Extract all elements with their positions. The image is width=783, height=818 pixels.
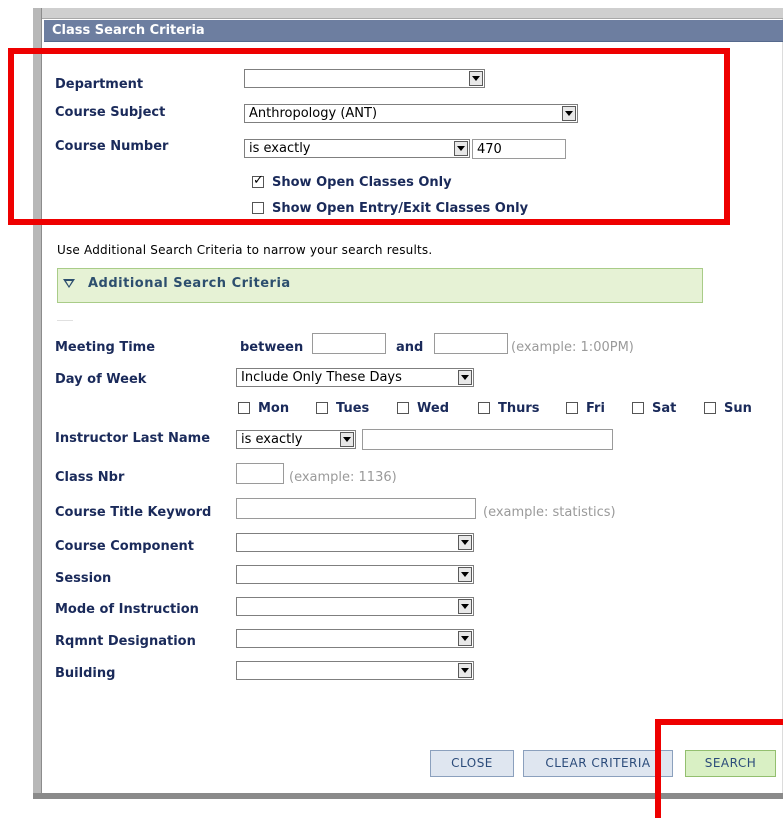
building-select[interactable] — [236, 661, 474, 680]
day-sun-label: Sun — [724, 401, 752, 416]
day-sun-checkbox[interactable] — [704, 402, 716, 414]
chevron-down-icon[interactable] — [458, 663, 472, 678]
chevron-down-icon[interactable] — [458, 631, 472, 646]
show-open-label: Show Open Classes Only — [272, 175, 452, 190]
day-tues-checkbox[interactable] — [316, 402, 328, 414]
session-select[interactable] — [236, 565, 474, 584]
instructor-label: Instructor Last Name — [55, 431, 211, 446]
chevron-down-icon[interactable] — [458, 535, 472, 550]
meeting-start-input[interactable] — [312, 333, 386, 354]
chevron-down-icon[interactable] — [469, 71, 483, 86]
mode-label: Mode of Instruction — [55, 602, 199, 617]
rqmnt-select[interactable] — [236, 629, 474, 648]
department-label: Department — [55, 77, 144, 92]
day-mon-checkbox[interactable] — [238, 402, 250, 414]
course-number-operator-select[interactable]: is exactly — [244, 139, 470, 158]
course-component-label: Course Component — [55, 539, 195, 554]
session-label: Session — [55, 571, 112, 586]
course-subject-label: Course Subject — [55, 105, 166, 120]
chevron-down-icon[interactable] — [458, 567, 472, 582]
day-of-week-select[interactable]: Include Only These Days — [236, 368, 474, 387]
additional-criteria-title[interactable]: Additional Search Criteria — [88, 276, 291, 291]
class-nbr-input[interactable] — [236, 463, 284, 484]
help-text: Use Additional Search Criteria to narrow… — [57, 243, 433, 257]
window-frame-top — [33, 8, 783, 19]
day-of-week-label: Day of Week — [55, 372, 147, 387]
course-number-operator-value: is exactly — [249, 141, 311, 156]
day-sat-checkbox[interactable] — [632, 402, 644, 414]
chevron-down-icon[interactable] — [340, 432, 354, 447]
instructor-operator-value: is exactly — [241, 432, 303, 447]
department-select[interactable] — [244, 69, 485, 88]
triangle-down-icon[interactable] — [63, 279, 75, 288]
title-keyword-example: (example: statistics) — [483, 505, 616, 520]
instructor-input[interactable] — [362, 429, 613, 450]
panel-header: Class Search Criteria — [44, 20, 783, 42]
window-frame-bottom — [33, 793, 783, 799]
show-open-entry-checkbox[interactable] — [252, 202, 264, 214]
class-nbr-label: Class Nbr — [55, 470, 125, 485]
and-label: and — [396, 340, 424, 355]
day-wed-label: Wed — [417, 401, 449, 416]
meeting-end-input[interactable] — [434, 333, 508, 354]
chevron-down-icon[interactable] — [458, 370, 472, 385]
course-number-input[interactable]: 470 — [472, 139, 566, 159]
meeting-time-example: (example: 1:00PM) — [511, 340, 634, 355]
show-open-entry-label: Show Open Entry/Exit Classes Only — [272, 201, 529, 216]
class-nbr-example: (example: 1136) — [289, 470, 397, 485]
rqmnt-label: Rqmnt Designation — [55, 634, 196, 649]
day-tues-label: Tues — [336, 401, 370, 416]
instructor-operator-select[interactable]: is exactly — [236, 430, 356, 449]
meeting-time-label: Meeting Time — [55, 340, 156, 355]
day-wed-checkbox[interactable] — [397, 402, 409, 414]
title-keyword-label: Course Title Keyword — [55, 505, 212, 520]
chevron-down-icon[interactable] — [562, 106, 576, 121]
chevron-down-icon[interactable] — [454, 141, 468, 156]
building-label: Building — [55, 666, 116, 681]
course-subject-value: Anthropology (ANT) — [249, 106, 378, 121]
close-button[interactable]: CLOSE — [430, 750, 514, 777]
day-thurs-label: Thurs — [498, 401, 540, 416]
day-fri-checkbox[interactable] — [566, 402, 578, 414]
course-number-label: Course Number — [55, 139, 169, 154]
show-open-checkbox[interactable] — [252, 173, 264, 188]
day-thurs-checkbox[interactable] — [478, 402, 490, 414]
day-fri-label: Fri — [586, 401, 605, 416]
course-component-select[interactable] — [236, 533, 474, 552]
chevron-down-icon[interactable] — [458, 599, 472, 614]
course-subject-select[interactable]: Anthropology (ANT) — [244, 104, 578, 123]
day-sat-label: Sat — [652, 401, 677, 416]
search-button[interactable]: SEARCH — [685, 750, 776, 777]
mode-select[interactable] — [236, 597, 474, 616]
window-frame-left — [33, 8, 42, 798]
between-label: between — [240, 340, 304, 355]
day-of-week-value: Include Only These Days — [241, 370, 402, 385]
day-mon-label: Mon — [258, 401, 290, 416]
clear-criteria-button[interactable]: CLEAR CRITERIA — [523, 750, 673, 777]
title-keyword-input[interactable] — [236, 498, 476, 519]
divider — [57, 320, 73, 321]
